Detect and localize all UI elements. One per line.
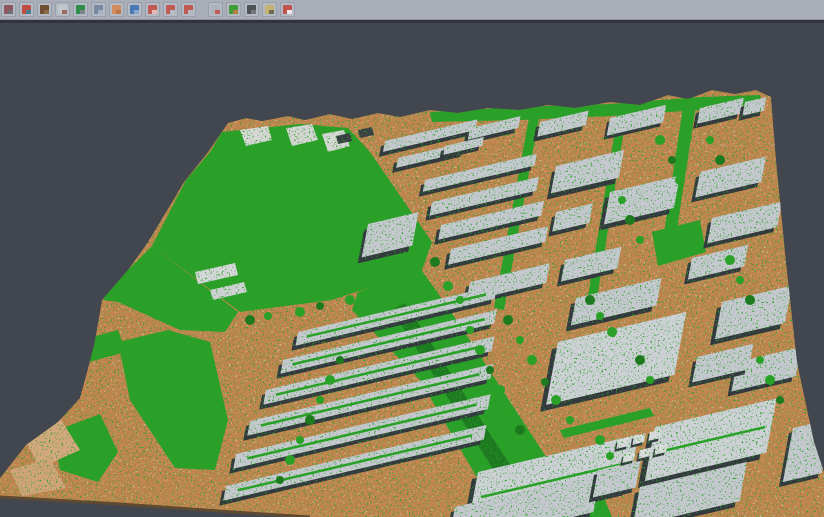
terrain-mesh <box>0 23 824 517</box>
viewport-3d[interactable] <box>0 23 824 517</box>
toolbar-button-points-color[interactable] <box>19 2 34 17</box>
texture-icon <box>112 5 121 14</box>
points-color-icon <box>22 5 31 14</box>
toolbar-button-profile[interactable] <box>91 2 106 17</box>
fullscreen-brackets-icon <box>184 5 193 14</box>
toolbar-button-classification-map[interactable] <box>226 2 241 17</box>
toolbar-button-circle-select[interactable] <box>163 2 178 17</box>
snapshot-icon <box>247 5 256 14</box>
toolbar-button-snapshot[interactable] <box>244 2 259 17</box>
toolbar-separator <box>199 2 205 17</box>
terrain-classified-icon <box>76 5 85 14</box>
measure-icon <box>265 5 274 14</box>
toolbar-button-points-sparse[interactable] <box>55 2 70 17</box>
main-toolbar <box>0 0 824 20</box>
toolbar-button-flag-tool[interactable] <box>280 2 295 17</box>
classification-map-icon <box>229 5 238 14</box>
toolbar-button-globe[interactable] <box>127 2 142 17</box>
toolbar-button-layer-list[interactable] <box>145 2 160 17</box>
terrain-hill-icon <box>40 5 49 14</box>
flag-tool-icon <box>283 5 292 14</box>
point-cloud-scene <box>0 23 824 517</box>
clip-box-icon <box>211 5 220 14</box>
toolbar-button-texture[interactable] <box>109 2 124 17</box>
toolbar-button-terrain-hill[interactable] <box>37 2 52 17</box>
profile-icon <box>94 5 103 14</box>
points-sparse-icon <box>58 5 67 14</box>
dataset-icon <box>4 5 13 14</box>
toolbar-button-clip-box[interactable] <box>208 2 223 17</box>
application-window <box>0 0 824 517</box>
globe-icon <box>130 5 139 14</box>
circle-select-icon <box>166 5 175 14</box>
toolbar-button-dataset[interactable] <box>1 2 16 17</box>
vegetation-speckle <box>0 23 824 517</box>
toolbar-button-terrain-classified[interactable] <box>73 2 88 17</box>
toolbar-button-fullscreen-brackets[interactable] <box>181 2 196 17</box>
toolbar-button-measure[interactable] <box>262 2 277 17</box>
layer-list-icon <box>148 5 157 14</box>
